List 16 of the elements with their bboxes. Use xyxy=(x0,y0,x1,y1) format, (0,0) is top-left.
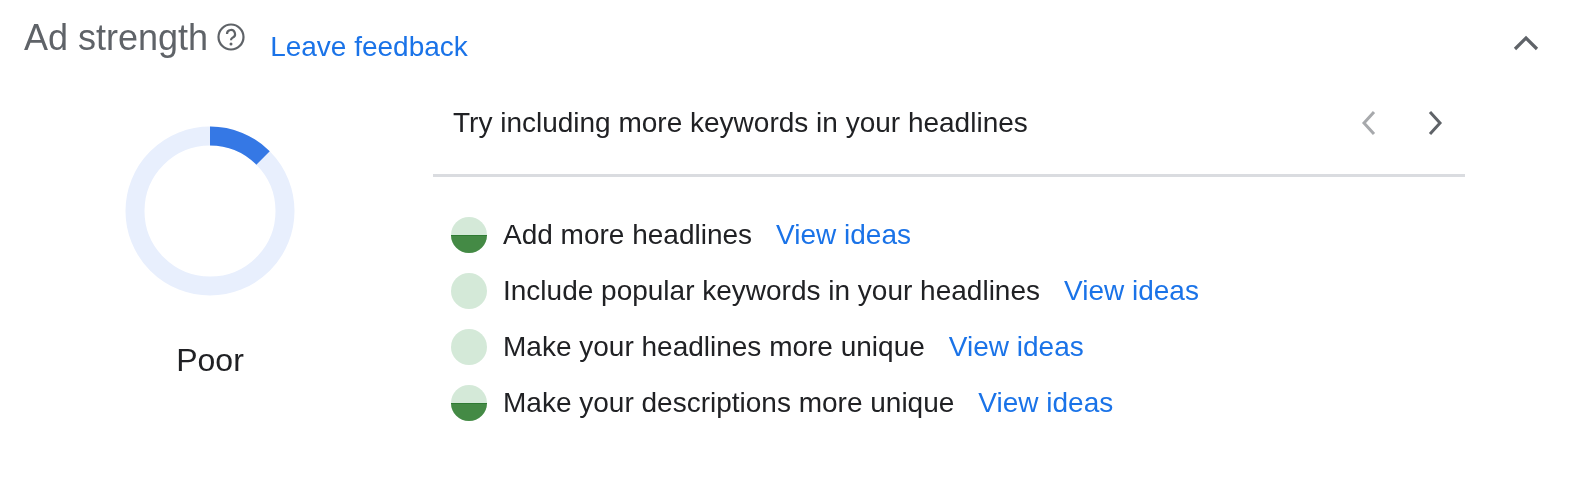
view-ideas-link[interactable]: View ideas xyxy=(978,382,1114,424)
suggestion-text: Make your descriptions more unique xyxy=(503,386,955,420)
suggestion-text: Include popular keywords in your headlines xyxy=(503,274,1040,308)
collapse-icon[interactable] xyxy=(1512,34,1540,52)
gauge-fill xyxy=(209,126,270,166)
next-icon[interactable] xyxy=(1427,109,1443,137)
leave-feedback-link[interactable]: Leave feedback xyxy=(270,26,468,68)
section-title: Ad strength xyxy=(24,18,209,58)
suggestion-text: Make your headlines more unique xyxy=(503,330,925,364)
suggestion-text: Add more headlines xyxy=(503,218,753,252)
help-icon[interactable] xyxy=(216,22,247,52)
view-ideas-link[interactable]: View ideas xyxy=(776,214,911,256)
view-ideas-link[interactable]: View ideas xyxy=(948,326,1084,368)
strength-rating: Poor xyxy=(176,341,244,380)
view-ideas-link[interactable]: View ideas xyxy=(1064,270,1199,312)
tip-text: Try including more keywords in your headlines xyxy=(453,106,1028,140)
